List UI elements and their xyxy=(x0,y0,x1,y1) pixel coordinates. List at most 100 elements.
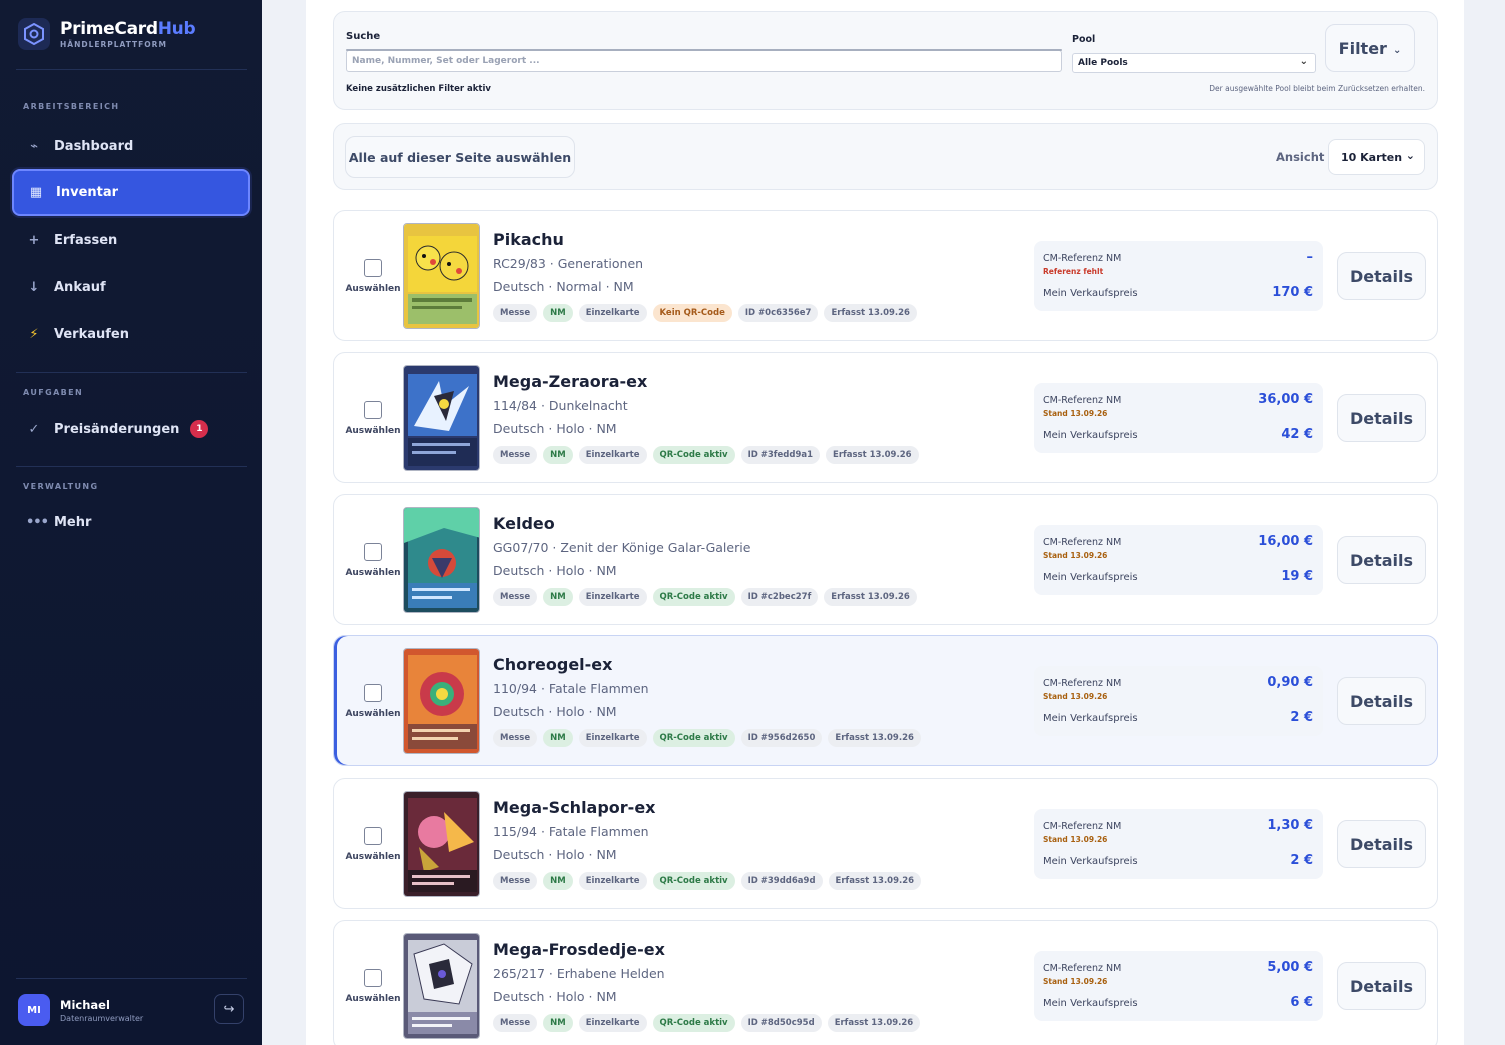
ref-label: CM-Referenz NM xyxy=(1043,963,1122,974)
tag-qr-status: QR-Code aktiv xyxy=(652,1014,735,1032)
tag-type: Einzelkarte xyxy=(578,729,647,747)
card-variant: Deutsch · Normal · NM xyxy=(493,279,634,294)
divider xyxy=(16,372,247,373)
grid-icon: ▦ xyxy=(29,185,43,200)
sidebar-item-erfassen[interactable]: + Erfassen xyxy=(12,218,250,262)
sidebar-item-ankauf[interactable]: ↓ Ankauf xyxy=(12,265,250,309)
details-button[interactable]: Details xyxy=(1337,252,1426,300)
sidebar-item-dashboard[interactable]: ⌁ Dashboard xyxy=(12,124,250,168)
inventory-card: Auswählen Mega-Schlapor-ex 115/94 · Fata… xyxy=(333,778,1438,909)
ref-value: 0,90 € xyxy=(1267,675,1313,690)
sell-label: Mein Verkaufspreis xyxy=(1043,856,1138,867)
tag-condition: NM xyxy=(543,588,573,606)
select-checkbox[interactable] xyxy=(364,401,382,419)
details-button[interactable]: Details xyxy=(1337,536,1426,584)
tag-qr-status: Kein QR-Code xyxy=(652,304,732,322)
tag-type: Einzelkarte xyxy=(578,588,647,606)
tag-condition: NM xyxy=(543,872,573,890)
logout-icon[interactable]: ↪ xyxy=(214,994,244,1024)
sell-value: 170 € xyxy=(1272,285,1313,300)
select-checkbox[interactable] xyxy=(364,969,382,987)
section-title-tasks: AUFGABEN xyxy=(23,388,84,397)
tag-date: Erfasst 13.09.26 xyxy=(827,1014,921,1032)
plus-icon: + xyxy=(28,232,40,248)
card-variant: Deutsch · Holo · NM xyxy=(493,704,617,719)
view-select[interactable]: 10 Karten ⌄ xyxy=(1328,139,1425,175)
divider xyxy=(16,978,247,979)
chevron-down-icon: ⌄ xyxy=(1299,56,1308,67)
tag-list: Messe NM Einzelkarte QR-Code aktiv ID #3… xyxy=(493,446,919,464)
tag-id: ID #c2bec27f xyxy=(740,588,819,606)
tag-location: Messe xyxy=(493,446,538,464)
select-checkbox[interactable] xyxy=(364,827,382,845)
details-button[interactable]: Details xyxy=(1337,962,1426,1010)
details-button[interactable]: Details xyxy=(1337,394,1426,442)
ref-status: Referenz fehlt xyxy=(1043,267,1104,276)
select-checkbox[interactable] xyxy=(364,684,382,702)
card-image[interactable] xyxy=(403,507,480,613)
search-input-border xyxy=(346,49,1062,51)
price-box: CM-Referenz NM Referenz fehlt – Mein Ver… xyxy=(1034,241,1323,311)
filter-button[interactable]: Filter ⌄ xyxy=(1325,24,1415,72)
sidebar-item-mehr[interactable]: ••• Mehr xyxy=(12,500,250,544)
ref-status: Stand 13.09.26 xyxy=(1043,692,1108,701)
select-checkbox[interactable] xyxy=(364,259,382,277)
tag-id: ID #8d50c95d xyxy=(740,1014,822,1032)
sidebar: PrimeCardHub HÄNDLERPLATTFORM ARBEITSBER… xyxy=(0,0,262,1045)
brand[interactable]: PrimeCardHub HÄNDLERPLATTFORM xyxy=(18,14,196,54)
tag-qr-status: QR-Code aktiv xyxy=(652,588,735,606)
details-button[interactable]: Details xyxy=(1337,677,1426,725)
tag-date: Erfasst 13.09.26 xyxy=(828,872,922,890)
card-variant: Deutsch · Holo · NM xyxy=(493,421,617,436)
filter-button-label: Filter xyxy=(1338,38,1387,58)
ref-value: 16,00 € xyxy=(1258,534,1313,549)
card-image[interactable] xyxy=(403,791,480,897)
check-icon: ✓ xyxy=(28,421,40,437)
pulse-icon: ⌁ xyxy=(30,138,38,154)
sidebar-item-inventar[interactable]: ▦ Inventar xyxy=(12,169,250,216)
card-variant: Deutsch · Holo · NM xyxy=(493,989,617,1004)
pool-select-value: Alle Pools xyxy=(1078,58,1128,68)
tag-qr-status: QR-Code aktiv xyxy=(652,729,735,747)
ref-label: CM-Referenz NM xyxy=(1043,678,1122,689)
tag-date: Erfasst 13.09.26 xyxy=(824,588,917,606)
card-variant: Deutsch · Holo · NM xyxy=(493,847,617,862)
tag-type: Einzelkarte xyxy=(578,872,647,890)
tag-qr-status: QR-Code aktiv xyxy=(652,872,735,890)
ref-status: Stand 13.09.26 xyxy=(1043,409,1108,418)
sell-label: Mein Verkaufspreis xyxy=(1043,430,1138,441)
tag-date: Erfasst 13.09.26 xyxy=(828,729,921,747)
details-button[interactable]: Details xyxy=(1337,820,1426,868)
select-all-button[interactable]: Alle auf dieser Seite auswählen xyxy=(345,136,575,178)
card-name: Mega-Zeraora-ex xyxy=(493,372,648,391)
tag-condition: NM xyxy=(543,729,573,747)
select-label: Auswählen xyxy=(345,852,401,862)
sell-label: Mein Verkaufspreis xyxy=(1043,572,1138,583)
sidebar-item-preisaenderungen[interactable]: ✓ Preisänderungen 1 xyxy=(12,407,250,451)
tag-id: ID #0c6356e7 xyxy=(737,304,819,322)
select-checkbox[interactable] xyxy=(364,543,382,561)
ref-label: CM-Referenz NM xyxy=(1043,821,1122,832)
pool-select[interactable]: Alle Pools ⌄ xyxy=(1072,53,1316,73)
user-profile[interactable]: MI Michael Datenraumverwalter ↪ xyxy=(18,992,244,1028)
sidebar-item-verkaufen[interactable]: ⚡ Verkaufen xyxy=(12,312,250,356)
card-set: GG07/70 · Zenit der Könige Galar-Galerie xyxy=(493,540,751,555)
card-image[interactable] xyxy=(403,365,480,471)
tag-id: ID #3fedd9a1 xyxy=(740,446,821,464)
ref-value: 1,30 € xyxy=(1267,818,1313,833)
card-set: 114/84 · Dunkelnacht xyxy=(493,398,628,413)
sidebar-item-label: Ankauf xyxy=(54,279,106,295)
search-input[interactable] xyxy=(346,50,1062,72)
tag-location: Messe xyxy=(493,1014,538,1032)
inventory-card: Auswählen Mega-Frosdedje-ex 265/217 · Er… xyxy=(333,920,1438,1045)
card-name: Pikachu xyxy=(493,230,564,249)
price-box: CM-Referenz NM Stand 13.09.26 16,00 € Me… xyxy=(1034,525,1323,595)
tag-condition: NM xyxy=(543,1014,573,1032)
tag-list: Messe NM Einzelkarte Kein QR-Code ID #0c… xyxy=(493,304,917,322)
view-label: Ansicht xyxy=(1276,150,1325,164)
sidebar-item-label: Erfassen xyxy=(54,232,118,248)
card-image[interactable] xyxy=(403,648,480,754)
card-image[interactable] xyxy=(403,223,480,329)
card-image[interactable] xyxy=(403,933,480,1039)
filter-hint: Keine zusätzlichen Filter aktiv xyxy=(346,84,491,94)
